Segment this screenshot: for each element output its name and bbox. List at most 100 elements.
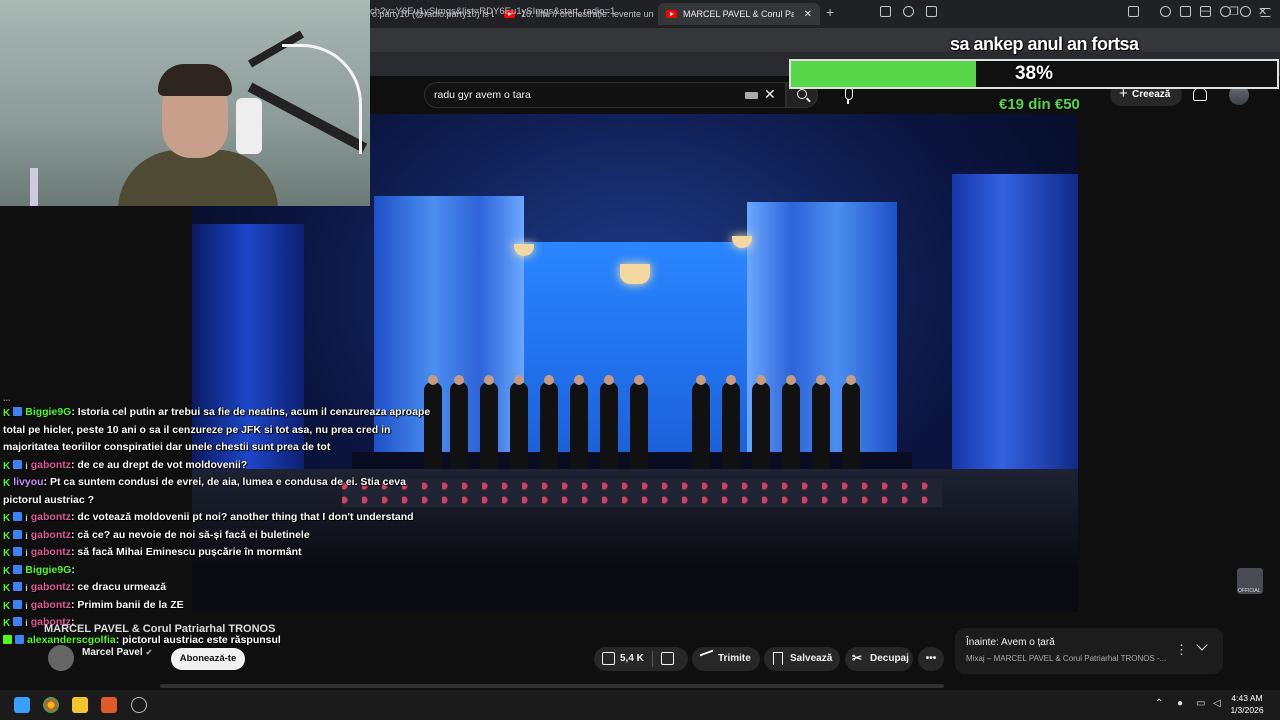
app-icon[interactable] — [101, 697, 117, 713]
goal-amount: €19 din €50 — [999, 96, 1080, 113]
sidebar-icon[interactable] — [1180, 6, 1191, 17]
dislike-icon[interactable] — [661, 652, 674, 665]
up-next-card[interactable]: Înainte: Avem o țară Mixaj – MARCEL PAVE… — [955, 628, 1223, 674]
kick-badge-icon: K — [3, 548, 11, 559]
more-icon: ••• — [925, 653, 937, 664]
channel-avatar[interactable] — [48, 645, 74, 671]
choir-singer — [480, 375, 498, 474]
choir-singer — [540, 375, 558, 474]
info-badge-icon: i — [25, 583, 28, 593]
kebab-menu-icon[interactable]: ⋮ — [1175, 642, 1188, 658]
chat-username[interactable]: gabontz — [31, 511, 71, 523]
cast-icon[interactable] — [880, 6, 891, 17]
chat-username[interactable]: gabontz — [31, 546, 71, 558]
like-count[interactable]: 5,4 K — [620, 647, 644, 671]
tray-mic-icon[interactable]: ● — [1177, 698, 1183, 709]
new-tab-button[interactable]: + — [826, 4, 834, 20]
choir-singer — [722, 375, 740, 474]
verified-badge-icon — [13, 617, 23, 626]
chat-username[interactable]: livyou — [13, 476, 43, 488]
chat-text: : Primim banii de la ZE — [71, 598, 184, 611]
chat-username[interactable]: alexanderscgolfia — [27, 634, 116, 646]
windows-start-icon[interactable] — [14, 697, 30, 713]
wallet-icon[interactable] — [1200, 6, 1211, 17]
share-icon — [700, 649, 713, 668]
verified-badge-icon — [13, 407, 23, 416]
share-button[interactable]: Trimite — [692, 647, 760, 671]
chat-text: : să facă Mihai Eminescu pușcărie în mor… — [71, 546, 302, 558]
chat-text: : — [71, 563, 75, 576]
verified-badge-icon — [13, 582, 23, 591]
clock-date: 1/3/2026 — [1230, 705, 1264, 715]
save-label: Salvează — [790, 653, 833, 664]
url-text[interactable]: ch?v=Y6Eu1ySImgs&list=RDY6Eu1ySImgs&star… — [370, 6, 615, 17]
chat-username[interactable]: Biggie9G — [25, 406, 71, 418]
like-icon[interactable] — [602, 652, 615, 665]
up-next-title: Înainte: Avem o țară — [966, 637, 1055, 648]
chat-username[interactable]: Biggie9G — [25, 564, 71, 576]
share-page-icon[interactable] — [926, 6, 937, 17]
subscriber-badge-icon — [3, 634, 12, 644]
kick-badge-icon: K — [3, 530, 11, 542]
kick-badge-icon: K — [3, 460, 11, 472]
goal-progress-bar: 38% — [789, 59, 1279, 89]
network-icon[interactable]: ▭ — [1196, 698, 1205, 709]
microphone — [236, 98, 262, 154]
chevron-down-icon[interactable] — [1196, 639, 1208, 651]
sparkle-icon[interactable] — [1220, 6, 1231, 17]
translate-icon[interactable] — [903, 6, 914, 17]
choir-singer — [570, 375, 588, 474]
keyboard-icon[interactable] — [745, 92, 758, 99]
chat-username[interactable]: gabontz — [31, 581, 71, 593]
music-icon[interactable] — [1160, 6, 1171, 17]
choir-singer — [812, 375, 830, 474]
kick-badge-icon: K — [3, 408, 11, 419]
choir-singer — [842, 375, 860, 474]
info-badge-icon: i — [25, 513, 28, 523]
more-actions-button[interactable]: ••• — [918, 647, 944, 671]
channel-name-text: Marcel Pavel — [82, 647, 143, 658]
tab-label: MARCEL PAVEL & Corul Patriarhal — [683, 9, 794, 19]
menu-icon[interactable] — [1260, 8, 1271, 17]
clip-label: Decupaj — [870, 653, 909, 664]
verified-badge-icon — [15, 634, 24, 644]
scissors-icon: ✂ — [852, 651, 863, 665]
chat-username[interactable]: gabontz — [31, 459, 71, 471]
subscribe-button[interactable]: Abonează-te — [171, 648, 245, 670]
kick-badge-icon: K — [3, 583, 11, 594]
up-next-subtitle: Mixaj – MARCEL PAVEL & Corul Patriarhal … — [966, 654, 1167, 663]
choir-singer — [782, 375, 800, 474]
chat-text: : dc votează moldovenii pt noi? another … — [71, 511, 414, 523]
notifications-bell-icon[interactable] — [1193, 87, 1207, 101]
tab-marcel-pavel[interactable]: MARCEL PAVEL & Corul Patriarhal ✕ — [658, 3, 820, 25]
chandelier — [620, 264, 650, 284]
chat-overlay: ... K Biggie9G: Istoria cel putin ar treb… — [3, 390, 443, 649]
kick-badge-icon: K — [3, 513, 11, 524]
clear-search-icon[interactable]: ✕ — [764, 86, 776, 103]
shield-icon[interactable] — [1240, 6, 1251, 17]
chrome-icon[interactable] — [43, 697, 59, 713]
tray-expand-icon[interactable]: ⌃ — [1155, 698, 1163, 709]
file-explorer-icon[interactable] — [72, 697, 88, 713]
close-tab-icon[interactable]: ✕ — [804, 9, 812, 20]
share-label: Trimite — [718, 653, 751, 664]
chat-message: Ki gabontz: dc votează moldovenii pt noi?… — [3, 509, 443, 527]
chat-username[interactable]: gabontz — [31, 529, 71, 541]
clip-button[interactable]: ✂ Decupaj — [845, 647, 913, 671]
youtube-icon — [666, 10, 677, 18]
channel-name[interactable]: Marcel Pavel ✔ — [82, 647, 152, 658]
horizontal-scrollbar[interactable] — [160, 684, 944, 688]
taskbar-clock[interactable]: 4:43 AM 1/3/2026 — [1222, 692, 1272, 716]
chat-text: : de ce au drept de vot moldovenii? — [71, 458, 248, 471]
chat-message: Ki gabontz: de ce au drept de vot moldove… — [3, 457, 443, 475]
verified-badge-icon — [13, 599, 23, 609]
like-dislike-group: 5,4 K — [594, 647, 688, 671]
extension-icon[interactable] — [1128, 6, 1139, 17]
choir-singer — [630, 375, 648, 474]
chat-username[interactable]: gabontz — [31, 599, 71, 611]
chat-message: Ki gabontz: că ce? au nevoie de noi să-și… — [3, 527, 443, 545]
volume-icon[interactable]: ◁ — [1213, 698, 1221, 709]
app-icon[interactable] — [131, 697, 147, 713]
save-button[interactable]: Salvează — [764, 647, 840, 671]
info-badge-icon: i — [25, 460, 28, 471]
